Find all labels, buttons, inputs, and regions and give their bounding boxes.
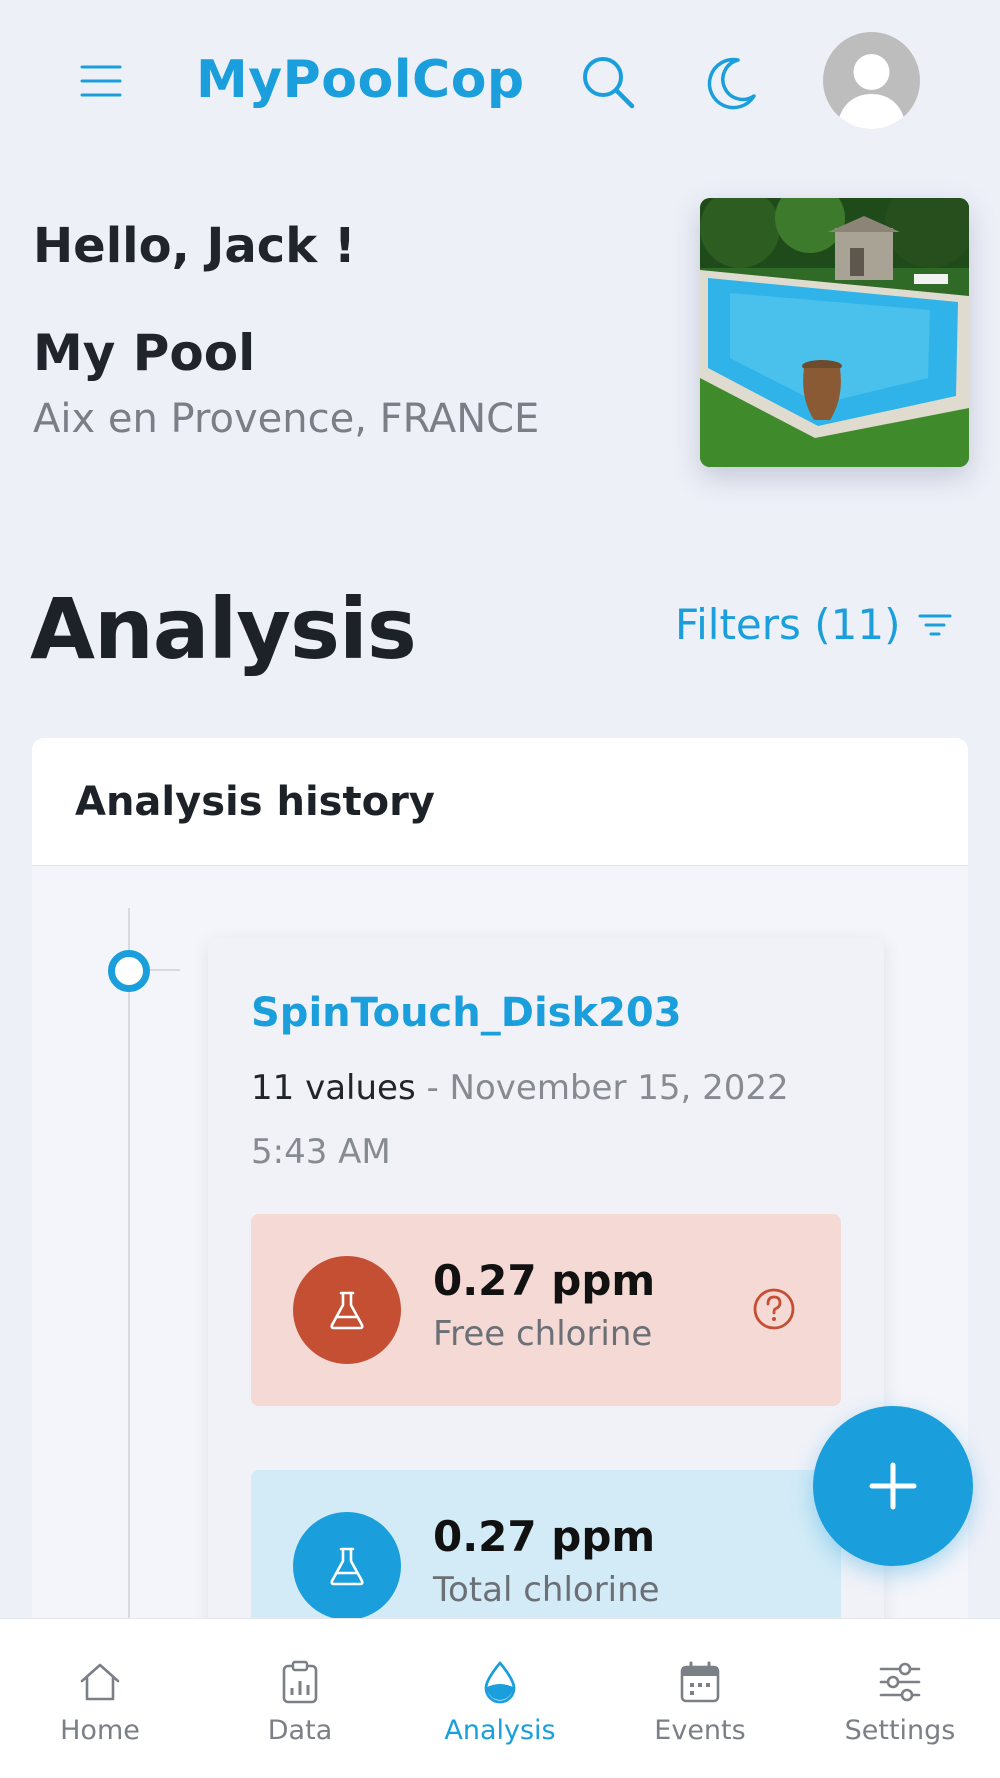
hamburger-menu-icon[interactable]: [78, 58, 124, 104]
bottom-navigation: Home Data Analysis Events Settings: [0, 1618, 1000, 1778]
clipboard-chart-icon: [282, 1660, 318, 1704]
pool-image: [700, 198, 969, 467]
flask-badge: [293, 1256, 401, 1364]
sliders-icon: [879, 1662, 921, 1702]
value-tile-free-chlorine[interactable]: 0.27 ppm Free chlorine: [251, 1214, 841, 1406]
measurement-value: 0.27 ppm: [433, 1256, 656, 1305]
app-screen: MyPoolCop Hello, Jack ! My Pool Aix en P…: [0, 0, 1000, 1778]
nav-item-home[interactable]: Home: [0, 1619, 200, 1778]
nav-item-events[interactable]: Events: [600, 1619, 800, 1778]
help-question-icon[interactable]: [751, 1286, 797, 1332]
analysis-entry-meta: 11 values - November 15, 2022 5:43 AM: [251, 1056, 851, 1184]
page-title: Analysis: [30, 580, 417, 678]
nav-label: Settings: [844, 1715, 956, 1746]
user-silhouette-icon: [837, 54, 906, 129]
timeline-connector: [150, 969, 180, 971]
analysis-entry-title[interactable]: SpinTouch_Disk203: [251, 990, 682, 1036]
nav-label: Events: [654, 1715, 746, 1746]
measurement-label: Total chlorine: [433, 1570, 660, 1610]
calendar-icon: [680, 1661, 720, 1703]
top-app-bar: MyPoolCop: [0, 0, 1000, 160]
nav-label: Data: [267, 1715, 333, 1746]
meta-separator: -: [415, 1068, 450, 1108]
measurement-value: 0.27 ppm: [433, 1512, 656, 1561]
nav-label: Analysis: [444, 1715, 556, 1746]
filters-button[interactable]: Filters (11): [675, 600, 952, 649]
water-drop-icon: [484, 1661, 516, 1704]
add-analysis-button[interactable]: [813, 1406, 973, 1566]
pool-photo[interactable]: [700, 198, 969, 467]
greeting-text: Hello, Jack !: [33, 218, 356, 274]
app-title: MyPoolCop: [196, 50, 525, 110]
filter-lines-icon: [918, 614, 952, 635]
timeline-dot: [108, 950, 150, 992]
card-header: Analysis history: [32, 738, 968, 866]
measurement-label: Free chlorine: [433, 1314, 653, 1354]
filters-label: Filters (11): [675, 600, 901, 649]
nav-item-analysis[interactable]: Analysis: [400, 1619, 600, 1778]
search-icon[interactable]: [578, 52, 638, 112]
plus-icon: [869, 1462, 917, 1510]
nav-label: Home: [60, 1715, 140, 1746]
nav-item-settings[interactable]: Settings: [800, 1619, 1000, 1778]
flask-badge: [293, 1512, 401, 1620]
pool-name: My Pool: [33, 324, 256, 382]
user-avatar[interactable]: [823, 32, 920, 129]
dark-mode-moon-icon[interactable]: [700, 52, 760, 112]
home-icon: [80, 1663, 120, 1701]
nav-item-data[interactable]: Data: [200, 1619, 400, 1778]
flask-icon: [330, 1291, 364, 1330]
card-title: Analysis history: [75, 778, 435, 825]
flask-icon: [330, 1547, 364, 1586]
pool-location: Aix en Provence, FRANCE: [33, 396, 540, 442]
values-count: 11 values: [251, 1068, 416, 1108]
